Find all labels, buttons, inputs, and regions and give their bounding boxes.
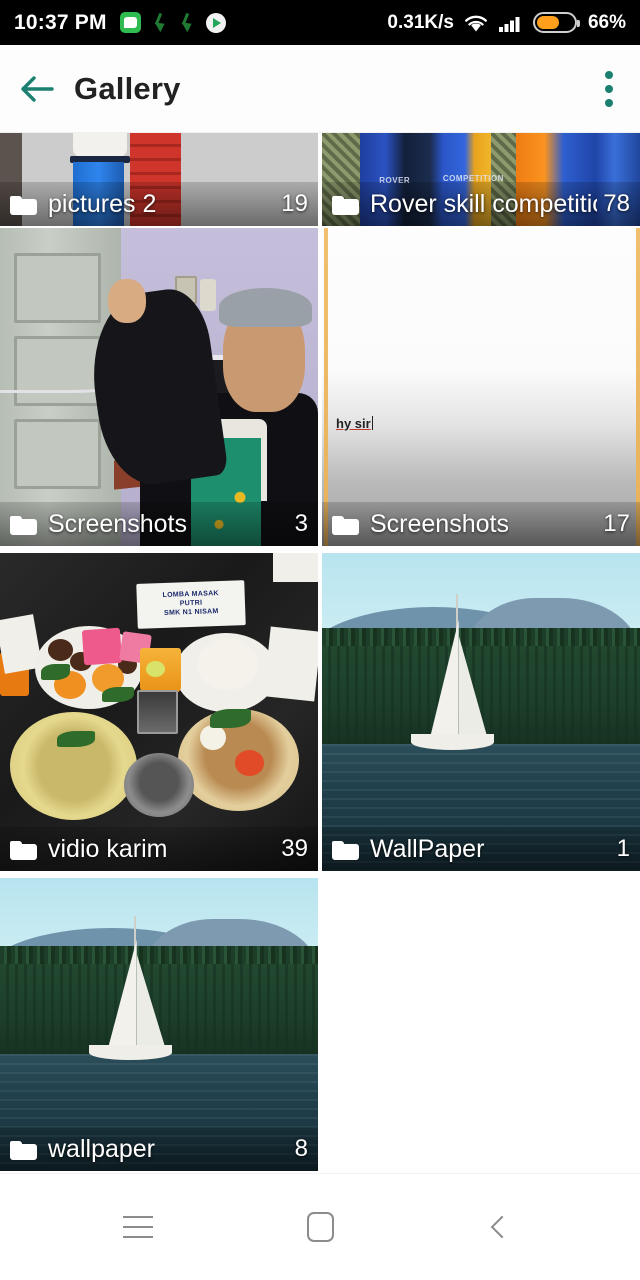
page-title: Gallery	[74, 70, 181, 106]
wifi-icon	[464, 15, 487, 31]
folder-name: Screenshots	[370, 509, 509, 538]
folder-count: 1	[616, 835, 630, 862]
more-vertical-icon	[605, 70, 613, 79]
folder-caption: WallPaper 1	[322, 827, 640, 871]
folder-caption: pictures 2 19	[0, 182, 318, 226]
folder-caption: Screenshots 17	[322, 502, 640, 546]
phone-screen: 10:37 PM 0.31K/s 66% Gallery pictures 2 …	[0, 0, 640, 1280]
folder-caption: Screenshots 3	[0, 502, 318, 546]
folder-icon	[10, 194, 37, 215]
folder-tile-pictures-2[interactable]: pictures 2 19	[0, 133, 318, 226]
food-sign-line: SMK N1 NISAM	[163, 607, 219, 617]
folder-icon	[10, 514, 37, 535]
folder-tile-wallpaper-lower[interactable]: wallpaper 8	[0, 878, 318, 1171]
screenshot-note-text: hy sir	[336, 415, 373, 431]
menu-icon	[123, 1236, 153, 1238]
back-button[interactable]	[0, 45, 74, 133]
folder-tile-screenshots-3[interactable]: Screenshots 3	[0, 228, 318, 546]
folder-name: pictures 2	[48, 189, 157, 218]
download-icon	[179, 13, 195, 33]
folder-name: wallpaper	[48, 1134, 156, 1163]
home-button[interactable]	[288, 1195, 352, 1259]
folder-count: 19	[281, 190, 308, 217]
folder-grid: pictures 2 19 ROVER COMPETITION Rover sk…	[0, 133, 640, 1173]
home-square-icon	[306, 1212, 334, 1242]
folder-icon	[332, 194, 359, 215]
folder-icon	[10, 839, 37, 860]
overflow-menu-button[interactable]	[578, 45, 640, 133]
back-arrow-icon	[21, 75, 54, 102]
folder-caption: wallpaper 8	[0, 1127, 318, 1171]
folder-caption: Rover skill competition 78	[322, 182, 640, 226]
folder-thumbnail: LOMBA MASAK PUTRI SMK N1 NISAM	[0, 553, 318, 871]
folder-thumbnail	[0, 228, 318, 546]
back-chevron-icon	[490, 1215, 514, 1239]
menu-icon	[123, 1216, 153, 1218]
signal-icon	[498, 16, 520, 32]
recents-button[interactable]	[106, 1195, 170, 1259]
folder-thumbnail	[322, 553, 640, 871]
battery-icon	[532, 12, 580, 33]
folder-tile-screenshots-17[interactable]: hy sir Screenshots 17	[322, 228, 640, 546]
status-clock: 10:37 PM	[14, 10, 107, 34]
status-system-icons: 0.31K/s 66%	[387, 12, 626, 34]
system-back-button[interactable]	[470, 1195, 534, 1259]
network-speed: 0.31K/s	[387, 11, 454, 33]
folder-thumbnail: hy sir	[322, 228, 640, 546]
folder-name: Rover skill competition	[370, 189, 598, 218]
folder-caption: vidio karim 39	[0, 827, 318, 871]
folder-name: vidio karim	[48, 834, 168, 863]
more-vertical-icon	[605, 98, 613, 107]
folder-count: 3	[294, 510, 308, 537]
folder-count: 78	[603, 190, 630, 217]
status-notification-icons	[119, 12, 226, 33]
food-sign-line: PUTRI	[179, 599, 203, 607]
screenshot-note-value: hy sir	[336, 415, 371, 431]
app-bar: Gallery	[0, 45, 640, 133]
folder-icon	[332, 514, 359, 535]
more-vertical-icon	[605, 84, 613, 93]
whatsapp-icon	[119, 12, 141, 33]
menu-icon	[123, 1226, 153, 1228]
play-store-icon	[205, 12, 226, 33]
folder-count: 39	[281, 835, 308, 862]
folder-icon	[332, 839, 359, 860]
battery-percent: 66%	[587, 11, 626, 33]
status-bar: 10:37 PM 0.31K/s 66%	[0, 0, 640, 45]
folder-name: WallPaper	[370, 834, 485, 863]
folder-tile-vidio-karim[interactable]: LOMBA MASAK PUTRI SMK N1 NISAM vidio kar…	[0, 553, 318, 871]
food-sign: LOMBA MASAK PUTRI SMK N1 NISAM	[135, 579, 246, 628]
folder-count: 8	[294, 1135, 308, 1162]
folder-count: 17	[603, 510, 630, 537]
system-navigation-bar	[0, 1173, 640, 1280]
folder-tile-wallpaper-upper[interactable]: WallPaper 1	[322, 553, 640, 871]
folder-icon	[10, 1139, 37, 1160]
folder-name: Screenshots	[48, 509, 187, 538]
download-icon	[152, 13, 168, 33]
folder-tile-rover-skill-competition[interactable]: ROVER COMPETITION Rover skill competitio…	[322, 133, 640, 226]
